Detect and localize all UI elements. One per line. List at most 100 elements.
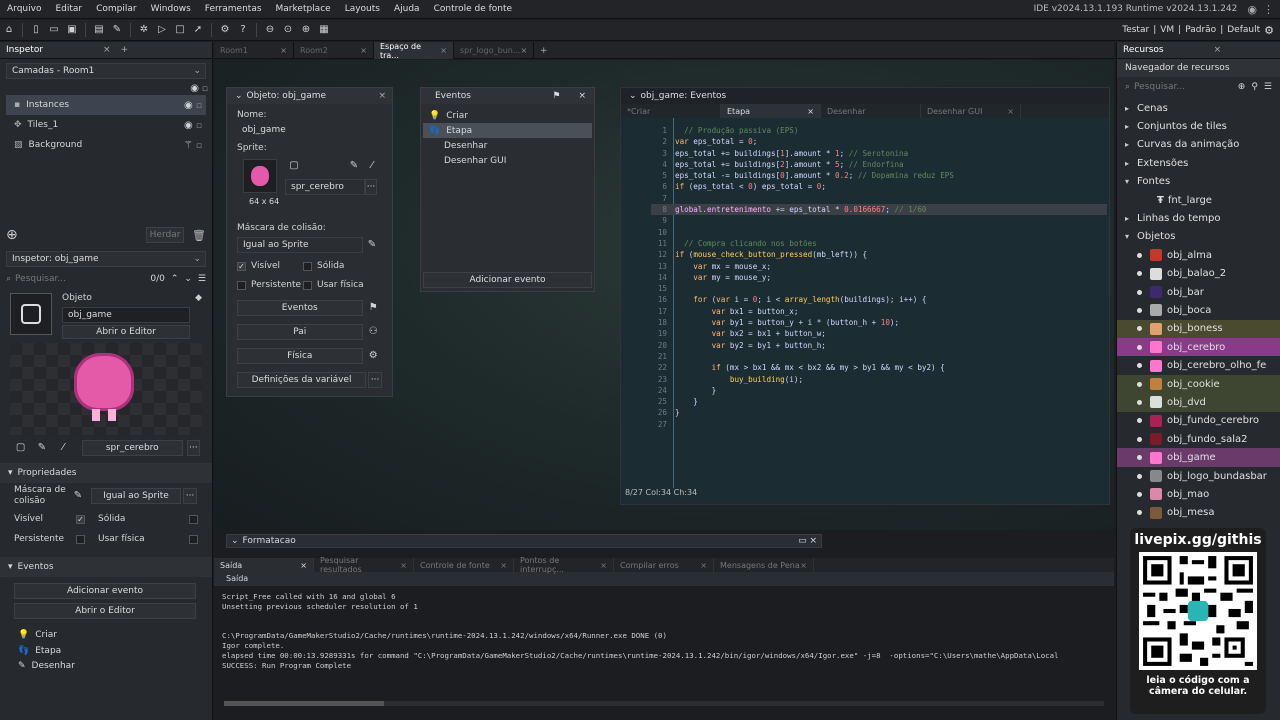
list-icon[interactable]: ☰ [1264, 82, 1272, 92]
zoom-reset-icon[interactable]: ⊙ [281, 23, 295, 37]
list-icon[interactable]: ☰ [198, 274, 206, 284]
resource-item[interactable]: ▸ Conjuntos de tiles [1117, 117, 1280, 135]
output-tab[interactable]: Saída × [214, 558, 314, 572]
open-editor-button[interactable]: Abrir o Editor [62, 325, 190, 339]
chevron-down-icon[interactable]: ⌄ [629, 91, 637, 101]
visible-checkbox[interactable]: ✓ [237, 261, 246, 271]
flag-icon[interactable]: ⚑ [552, 91, 560, 101]
layer-background[interactable]: ▧ Background ⚚ ▫ [6, 135, 206, 155]
close-icon[interactable]: × [700, 561, 707, 570]
resource-item[interactable]: obj_logo_bundasbar [1117, 467, 1280, 485]
menu-item[interactable]: Windows [144, 0, 198, 19]
add-layer-icon[interactable]: ⊕ [6, 227, 18, 243]
add-tab-icon[interactable]: + [117, 45, 129, 55]
close-icon[interactable]: × [1007, 107, 1014, 116]
resources-tab[interactable]: Recursos × [1117, 42, 1280, 59]
menu-item[interactable]: Marketplace [269, 0, 338, 19]
sprite-thumbnail[interactable] [243, 159, 277, 193]
resource-search-input[interactable]: Pesquisar... [1134, 82, 1234, 92]
menu-item[interactable]: Layouts [338, 0, 387, 19]
event-step[interactable]: 👣 Etapa [18, 643, 194, 658]
code-tab-create[interactable]: *Criar [621, 104, 721, 118]
new-icon[interactable]: ▯ [29, 23, 43, 37]
physics-checkbox[interactable] [189, 534, 198, 544]
eye-icon[interactable]: ◉ [190, 83, 199, 94]
grid-icon[interactable]: ▦ [317, 23, 331, 37]
home-icon[interactable]: ⌂ [2, 23, 16, 37]
variables-button[interactable]: Definições da variável [237, 372, 367, 388]
mask-select[interactable]: Igual ao Sprite [91, 488, 181, 504]
visible-checkbox[interactable]: ✓ [76, 514, 85, 524]
close-icon[interactable]: × [300, 561, 307, 570]
close-icon[interactable]: × [578, 91, 586, 101]
event-draw[interactable]: ✎ Desenhar [18, 658, 194, 673]
horizontal-scrollbar[interactable] [224, 701, 1104, 706]
events-header[interactable]: ▾ Eventos [0, 557, 212, 577]
resource-item[interactable]: ▸ Linhas do tempo [1117, 209, 1280, 227]
brush-icon[interactable]: ⁄ [57, 441, 70, 455]
settings-icon[interactable]: ⚙ [218, 23, 232, 37]
output-tab[interactable]: Controle de fonte × [414, 558, 514, 572]
workspace-tab[interactable]: spr_logo_bun... × [454, 42, 534, 59]
output-tab[interactable]: Compilar erros × [614, 558, 714, 572]
mask-select[interactable]: Igual ao Sprite [237, 237, 363, 253]
save-icon[interactable]: ▣ [65, 23, 79, 37]
event-create[interactable]: 💡 Criar [18, 627, 194, 643]
parent-button[interactable]: Pai [237, 324, 363, 340]
target-device[interactable]: Default [1227, 25, 1260, 35]
output-tab[interactable]: Mensagens de Pena × [714, 558, 814, 572]
properties-header[interactable]: ▾ Propriedades [0, 463, 212, 483]
sprite-select[interactable]: spr_cerebro [285, 179, 365, 195]
add-event-button[interactable]: Adicionar evento [423, 272, 592, 288]
flag-icon[interactable]: ⚑ [367, 301, 381, 315]
close-icon[interactable]: × [520, 46, 527, 55]
chevron-down-icon[interactable]: ⌄ [184, 274, 192, 284]
inspector-search-input[interactable]: Pesquisar... [15, 274, 150, 284]
user-icon[interactable]: ◉ [1241, 3, 1263, 16]
output-log[interactable]: Script_Free called with 16 and global 6U… [214, 586, 1114, 676]
brush-icon[interactable]: ⁄ [365, 159, 379, 173]
eye-icon[interactable]: ◉ ▫ [184, 100, 206, 111]
stop-icon[interactable]: □ [173, 23, 187, 37]
new-sprite-icon[interactable]: ▢ [287, 159, 301, 173]
resource-item[interactable]: obj_mesa [1117, 504, 1280, 522]
target-gear-icon[interactable]: ⚙ [1264, 24, 1274, 37]
mask-edit-icon[interactable]: ✎ [71, 489, 85, 503]
resource-item[interactable]: ▾ Fontes [1117, 173, 1280, 191]
close-icon[interactable]: × [360, 46, 367, 55]
target-config[interactable]: Padrão [1185, 25, 1216, 35]
resource-item[interactable]: obj_mao [1117, 485, 1280, 503]
chevron-down-icon[interactable]: ⌄ [235, 91, 243, 101]
zoom-out-icon[interactable]: ⊖ [263, 23, 277, 37]
sprite-more-button[interactable]: ··· [186, 440, 201, 456]
close-icon[interactable]: × [378, 91, 392, 101]
output-tab[interactable]: Pontos de interrupç... × [514, 556, 614, 574]
filter-icon[interactable]: ⚲ [1251, 82, 1258, 92]
target-test[interactable]: Testar [1122, 25, 1149, 35]
menu-item[interactable]: Ferramentas [198, 0, 269, 19]
resource-item[interactable]: obj_cerebro [1117, 338, 1280, 357]
close-icon[interactable]: × [807, 107, 814, 116]
lock-icon[interactable]: ▫ [202, 84, 208, 94]
layers-dropdown[interactable]: Camadas - Room1 ⌄ [6, 63, 206, 79]
workspace-tab[interactable]: Espaço de tra... × [374, 42, 454, 60]
mask-more-button[interactable]: ··· [183, 488, 197, 504]
trash-icon[interactable]: 🗑 [192, 229, 206, 242]
clean-icon[interactable]: ✎ [110, 23, 124, 37]
magic-wand-icon[interactable]: ⚚ ▫ [184, 140, 206, 151]
code-tab-draw[interactable]: Desenhar [821, 104, 921, 118]
package-icon[interactable]: ▤ [92, 23, 106, 37]
edit-sprite-icon[interactable]: ✎ [347, 159, 361, 173]
close-icon[interactable]: × [103, 45, 117, 55]
resource-item[interactable]: obj_cerebro_olho_fe [1117, 356, 1280, 374]
resource-item[interactable]: obj_fundo_cerebro [1117, 412, 1280, 430]
add-event-button[interactable]: Adicionar evento [14, 583, 196, 599]
event-item-draw[interactable]: Desenhar [423, 138, 592, 153]
code-editor[interactable]: 1 // Produção passiva (EPS) 2 var eps_tota… [651, 125, 1107, 485]
event-item-step[interactable]: 👣 Etapa [423, 123, 592, 138]
close-icon[interactable]: × [600, 561, 607, 570]
events-button[interactable]: Eventos [237, 300, 363, 316]
menu-item[interactable]: Controle de fonte [427, 0, 520, 19]
physics-button[interactable]: Física [237, 348, 363, 364]
solid-checkbox[interactable] [303, 261, 312, 271]
